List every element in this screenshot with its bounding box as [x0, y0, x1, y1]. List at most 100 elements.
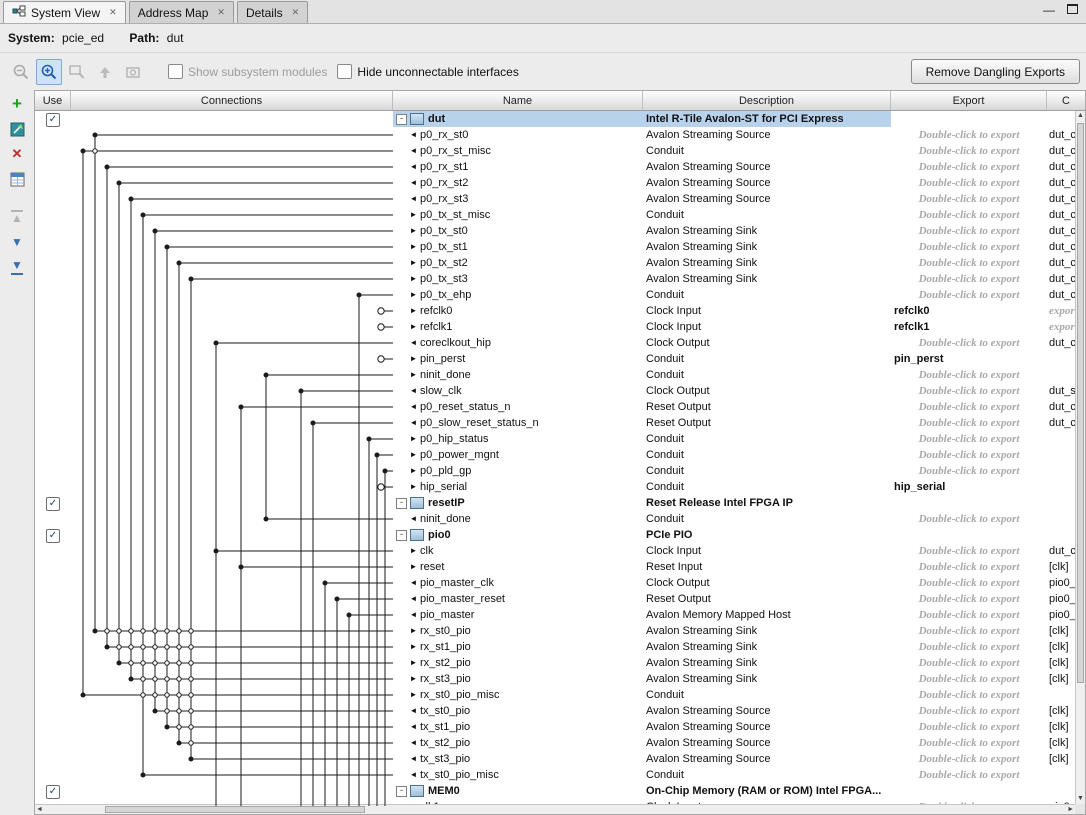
connections-cell[interactable] [71, 463, 393, 479]
name-cell[interactable]: ◄ninit_done [393, 511, 643, 527]
table-row[interactable]: ◄tx_st3_pioAvalon Streaming SourceDouble… [35, 751, 1075, 767]
name-cell[interactable]: ►clk [393, 543, 643, 559]
filter-icon[interactable] [6, 168, 28, 190]
table-row[interactable]: ►p0_hip_statusConduitDouble-click to exp… [35, 431, 1075, 447]
move-bottom-icon[interactable]: ▼ [6, 256, 28, 278]
table-row[interactable]: ►clkClock InputDouble-click to exportdut… [35, 543, 1075, 559]
tab-system-view[interactable]: System View✕ [3, 1, 126, 23]
collapse-toggle-icon[interactable]: - [396, 114, 407, 125]
export-cell[interactable]: Double-click to export [891, 399, 1047, 415]
connections-cell[interactable] [71, 143, 393, 159]
connections-cell[interactable] [71, 383, 393, 399]
name-cell[interactable]: ►rx_st0_pio_misc [393, 687, 643, 703]
name-cell[interactable]: ◄p0_rx_st1 [393, 159, 643, 175]
connections-cell[interactable] [71, 127, 393, 143]
export-cell[interactable]: Double-click to export [891, 287, 1047, 303]
tab-close-icon[interactable]: ✕ [292, 7, 300, 18]
export-cell[interactable]: pin_perst [891, 351, 1047, 367]
zoom-out-icon[interactable] [8, 59, 34, 85]
connections-cell[interactable] [71, 447, 393, 463]
connections-cell[interactable] [71, 655, 393, 671]
export-cell[interactable]: Double-click to export [891, 607, 1047, 623]
connections-cell[interactable] [71, 367, 393, 383]
tab-address-map[interactable]: Address Map✕ [129, 1, 234, 23]
name-cell[interactable]: ◄pio_master [393, 607, 643, 623]
export-cell[interactable]: Double-click to export [891, 239, 1047, 255]
table-row[interactable]: ✓-dutIntel R-Tile Avalon-ST for PCI Expr… [35, 111, 1075, 127]
connections-cell[interactable] [71, 351, 393, 367]
export-cell[interactable] [891, 783, 1047, 799]
table-row[interactable]: ►p0_tx_st0Avalon Streaming SinkDouble-cl… [35, 223, 1075, 239]
table-row[interactable]: ►refclk1Clock Inputrefclk1expor [35, 319, 1075, 335]
table-row[interactable]: ►p0_power_mgntConduitDouble-click to exp… [35, 447, 1075, 463]
table-row[interactable]: ◄p0_rx_st_miscConduitDouble-click to exp… [35, 143, 1075, 159]
name-cell[interactable]: ◄p0_rx_st3 [393, 191, 643, 207]
table-row[interactable]: ►ninit_doneConduitDouble-click to export [35, 367, 1075, 383]
table-row[interactable]: ✓-MEM0On-Chip Memory (RAM or ROM) Intel … [35, 783, 1075, 799]
name-cell[interactable]: ►refclk1 [393, 319, 643, 335]
table-row[interactable]: ►rx_st0_pio_miscConduitDouble-click to e… [35, 687, 1075, 703]
scroll-down-icon[interactable]: ▼ [1076, 794, 1085, 804]
export-cell[interactable]: Double-click to export [891, 223, 1047, 239]
connections-cell[interactable] [71, 271, 393, 287]
add-icon[interactable]: + [6, 93, 28, 115]
export-cell[interactable]: Double-click to export [891, 143, 1047, 159]
export-cell[interactable]: Double-click to export [891, 255, 1047, 271]
scroll-right-icon[interactable]: ► [1067, 805, 1074, 814]
export-cell[interactable]: Double-click to export [891, 511, 1047, 527]
name-cell[interactable]: -resetIP [393, 495, 643, 511]
export-cell[interactable]: Double-click to export [891, 383, 1047, 399]
use-checkbox[interactable]: ✓ [46, 529, 60, 543]
name-cell[interactable]: ►p0_tx_ehp [393, 287, 643, 303]
use-checkbox[interactable]: ✓ [46, 785, 60, 799]
table-row[interactable]: ►p0_tx_st3Avalon Streaming SinkDouble-cl… [35, 271, 1075, 287]
export-cell[interactable]: Double-click to export [891, 415, 1047, 431]
export-cell[interactable]: Double-click to export [891, 463, 1047, 479]
name-cell[interactable]: ►p0_tx_st1 [393, 239, 643, 255]
hide-unconnectable-checkbox[interactable] [337, 64, 352, 79]
connections-cell[interactable] [71, 319, 393, 335]
name-cell[interactable]: ◄p0_rx_st2 [393, 175, 643, 191]
name-cell[interactable]: ►rx_st3_pio [393, 671, 643, 687]
table-row[interactable]: ◄p0_rx_st1Avalon Streaming SourceDouble-… [35, 159, 1075, 175]
vertical-scrollbar[interactable]: ▲ ▼ [1075, 111, 1085, 804]
table-row[interactable]: ◄pio_master_resetReset OutputDouble-clic… [35, 591, 1075, 607]
export-cell[interactable] [891, 527, 1047, 543]
connections-cell[interactable] [71, 303, 393, 319]
name-cell[interactable]: ◄coreclkout_hip [393, 335, 643, 351]
name-cell[interactable]: ◄p0_reset_status_n [393, 399, 643, 415]
name-cell[interactable]: ►rx_st0_pio [393, 623, 643, 639]
export-cell[interactable]: Double-click to export [891, 207, 1047, 223]
tab-details[interactable]: Details✕ [237, 1, 308, 23]
name-cell[interactable]: ◄pio_master_clk [393, 575, 643, 591]
move-down-icon[interactable]: ▼ [6, 231, 28, 253]
name-cell[interactable]: ►rx_st1_pio [393, 639, 643, 655]
collapse-toggle-icon[interactable]: - [396, 786, 407, 797]
export-cell[interactable]: Double-click to export [891, 447, 1047, 463]
export-cell[interactable] [891, 111, 1047, 127]
name-cell[interactable]: ►pin_perst [393, 351, 643, 367]
table-row[interactable]: ◄p0_slow_reset_status_nReset OutputDoubl… [35, 415, 1075, 431]
connections-cell[interactable] [71, 639, 393, 655]
connections-cell[interactable] [71, 191, 393, 207]
name-cell[interactable]: -MEM0 [393, 783, 643, 799]
table-row[interactable]: ►p0_tx_st2Avalon Streaming SinkDouble-cl… [35, 255, 1075, 271]
table-row[interactable]: ◄p0_rx_st0Avalon Streaming SourceDouble-… [35, 127, 1075, 143]
tab-close-icon[interactable]: ✕ [109, 7, 117, 18]
table-row[interactable]: ◄p0_rx_st2Avalon Streaming SourceDouble-… [35, 175, 1075, 191]
table-row[interactable]: ✓-resetIPReset Release Intel FPGA IP [35, 495, 1075, 511]
name-cell[interactable]: ►p0_pld_gp [393, 463, 643, 479]
move-top-icon[interactable]: ▲ [6, 206, 28, 228]
table-row[interactable]: ►p0_tx_st1Avalon Streaming SinkDouble-cl… [35, 239, 1075, 255]
connections-cell[interactable] [71, 111, 393, 127]
table-row[interactable]: ◄pio_masterAvalon Memory Mapped HostDoub… [35, 607, 1075, 623]
remove-icon[interactable]: ✕ [6, 143, 28, 165]
export-cell[interactable]: Double-click to export [891, 367, 1047, 383]
name-cell[interactable]: -pio0 [393, 527, 643, 543]
table-row[interactable]: ►resetReset InputDouble-click to export[… [35, 559, 1075, 575]
zoom-in-icon[interactable] [36, 59, 62, 85]
table-row[interactable]: ◄coreclkout_hipClock OutputDouble-click … [35, 335, 1075, 351]
connections-cell[interactable] [71, 431, 393, 447]
column-header-connections[interactable]: Connections [71, 91, 393, 110]
move-up-disabled-icon[interactable] [92, 59, 118, 85]
